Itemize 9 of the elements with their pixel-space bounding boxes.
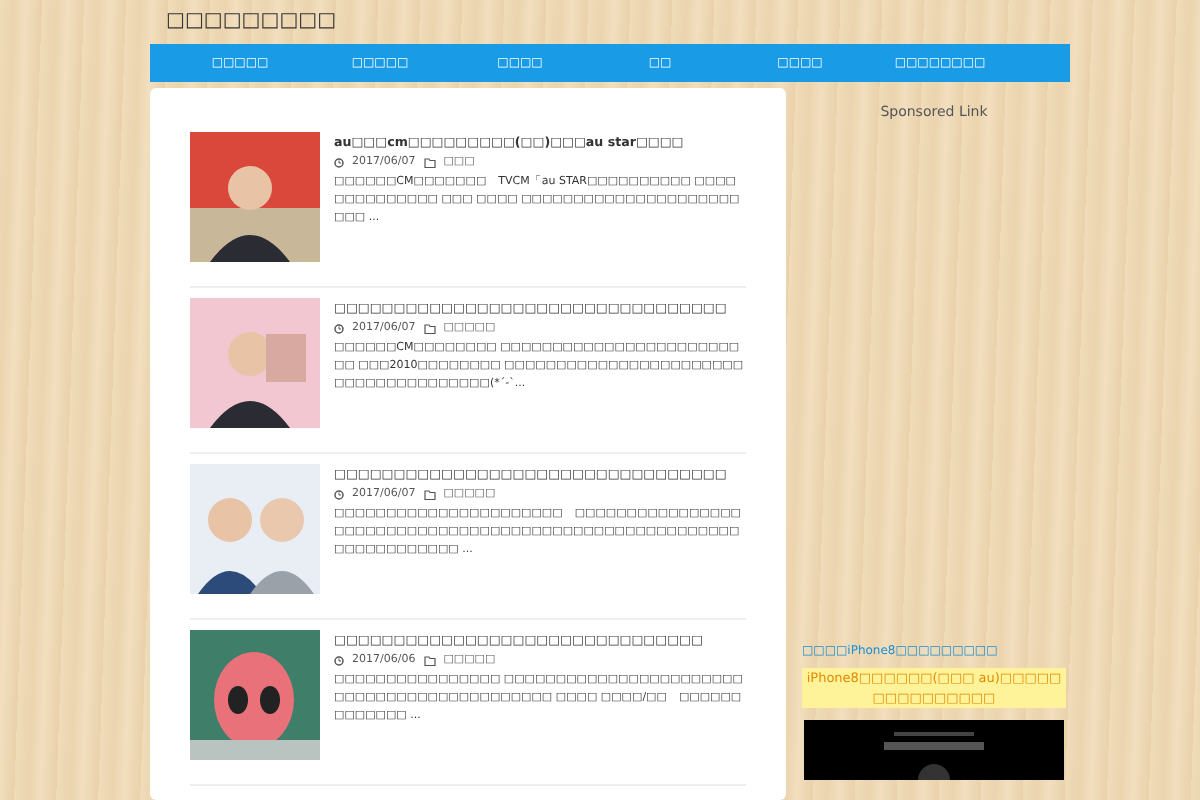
folder-icon [423, 157, 436, 167]
folder-icon [423, 489, 436, 499]
clock-icon [334, 489, 344, 499]
folder-icon [423, 655, 436, 665]
clock-icon [334, 157, 344, 167]
clock-icon [334, 323, 344, 333]
site-title[interactable]: □□□□□□□□□ [150, 0, 1070, 44]
clock-icon [334, 655, 344, 665]
folder-icon [423, 323, 436, 333]
